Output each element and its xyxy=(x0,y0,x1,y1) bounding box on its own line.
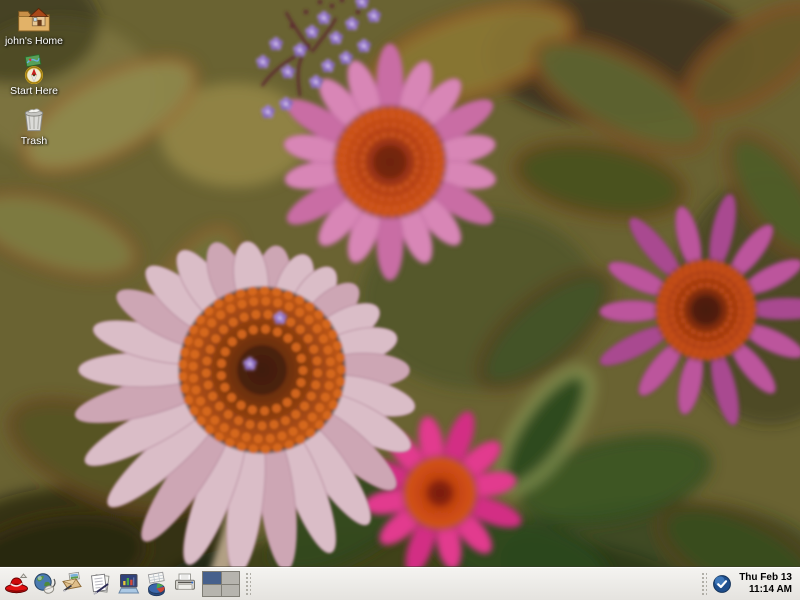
red-hat-icon xyxy=(4,571,30,598)
update-notification-icon[interactable] xyxy=(710,572,734,596)
pie-chart-sheet-icon xyxy=(144,571,170,598)
clock-date: Thu Feb 13 xyxy=(739,572,792,584)
email-launcher[interactable] xyxy=(59,569,87,599)
desktop-icon-start-here[interactable]: Start Here xyxy=(2,54,66,97)
wallpaper-image xyxy=(0,0,800,600)
start-here-compass-icon xyxy=(18,54,50,84)
workspace-4[interactable] xyxy=(222,585,240,597)
clock-time: 11:14 AM xyxy=(749,584,792,596)
globe-mouse-icon xyxy=(32,571,58,598)
main-menu-button[interactable] xyxy=(3,569,31,599)
workspace-3[interactable] xyxy=(203,585,221,597)
desktop-icon-trash[interactable]: Trash xyxy=(2,104,66,147)
desktop-icon-label: john's Home xyxy=(5,36,63,47)
bar-chart-screen-icon xyxy=(116,571,142,598)
word-processor-launcher[interactable] xyxy=(87,569,115,599)
web-browser-launcher[interactable] xyxy=(31,569,59,599)
panel-drag-handle[interactable] xyxy=(244,571,251,597)
notification-area-handle[interactable] xyxy=(700,571,707,597)
panel-spacer xyxy=(253,568,698,600)
trash-can-icon xyxy=(19,104,49,134)
desktop-icon-label: Trash xyxy=(21,136,47,147)
envelope-pen-icon xyxy=(60,571,86,598)
printer-icon xyxy=(172,571,198,598)
home-folder-icon xyxy=(17,4,51,34)
documents-pen-icon xyxy=(88,571,114,598)
desktop-icon-label: Start Here xyxy=(10,86,58,97)
workspace-switcher xyxy=(202,571,240,597)
spreadsheet-launcher[interactable] xyxy=(143,569,171,599)
clock-applet[interactable]: Thu Feb 13 11:14 AM xyxy=(735,572,797,596)
presentation-launcher[interactable] xyxy=(115,569,143,599)
workspace-2[interactable] xyxy=(222,572,240,584)
bottom-panel: Thu Feb 13 11:14 AM xyxy=(0,567,800,600)
workspace-1[interactable] xyxy=(203,572,221,584)
desktop-icon-johns-home[interactable]: john's Home xyxy=(2,4,66,47)
blue-check-icon xyxy=(711,573,733,595)
desktop-icon-column: john's Home Start Here xyxy=(2,4,66,147)
printer-launcher[interactable] xyxy=(171,569,199,599)
